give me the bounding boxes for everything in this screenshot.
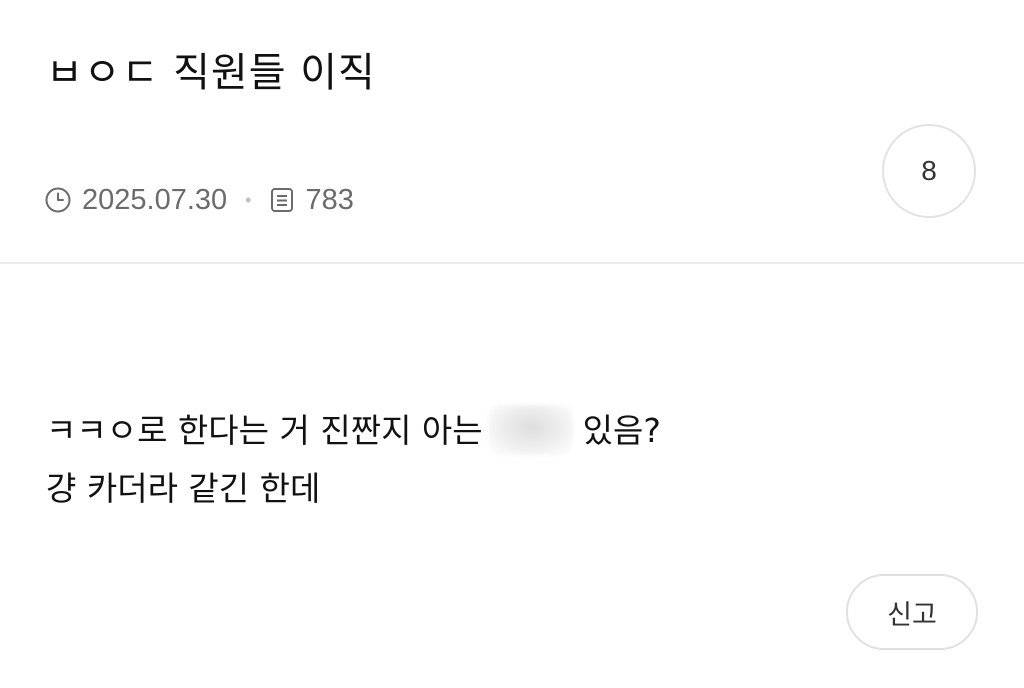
divider	[0, 262, 1024, 264]
post-title: ㅂㅇㄷ 직원들 이직	[46, 50, 376, 96]
document-icon	[269, 186, 295, 214]
body-line-1-end: 있음?	[582, 411, 661, 450]
body-line-1-start: ㅋㅋㅇ로 한다는 거 진짠지 아는	[46, 411, 483, 450]
view-count: 783	[305, 183, 354, 216]
post-meta: 2025.07.30 • 783	[44, 180, 354, 220]
meta-separator: •	[245, 189, 252, 210]
clock-icon	[44, 186, 72, 214]
body-line-1: ㅋㅋㅇ로 한다는 거 진짠지 아는 있음?	[46, 402, 661, 460]
blurred-text-redaction	[488, 404, 573, 455]
post-body: ㅋㅋㅇ로 한다는 거 진짠지 아는 있음? 걍 카더라 같긴 한데	[46, 402, 661, 518]
report-button[interactable]: 신고	[846, 574, 978, 650]
comment-count-button[interactable]: 8	[882, 124, 976, 218]
body-line-2: 걍 카더라 같긴 한데	[46, 469, 321, 508]
post-date: 2025.07.30	[82, 183, 228, 216]
